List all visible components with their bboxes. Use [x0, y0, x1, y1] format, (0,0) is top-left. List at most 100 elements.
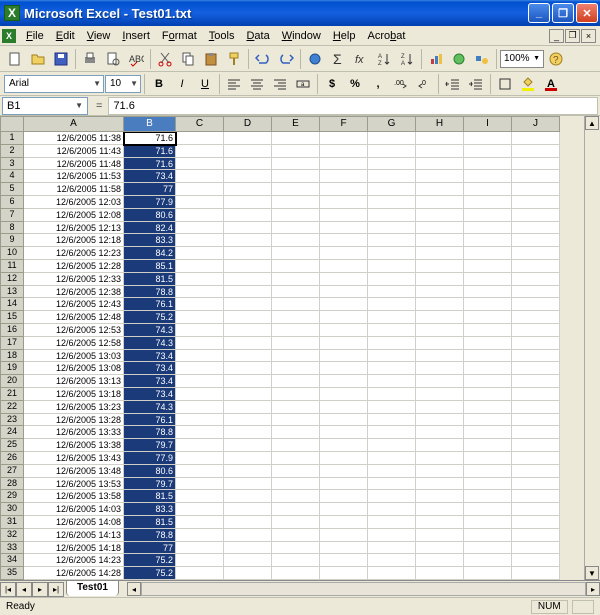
cell-D23[interactable]: [224, 414, 272, 427]
cell-D17[interactable]: [224, 337, 272, 350]
cell-E19[interactable]: [272, 362, 320, 375]
cell-G15[interactable]: [368, 311, 416, 324]
spelling-button[interactable]: ABC: [125, 48, 147, 70]
cell-E21[interactable]: [272, 388, 320, 401]
row-header-20[interactable]: 20: [0, 375, 24, 388]
menu-file[interactable]: File: [20, 28, 50, 44]
cell-B32[interactable]: 78.8: [124, 529, 176, 542]
cell-G9[interactable]: [368, 234, 416, 247]
cell-F32[interactable]: [320, 529, 368, 542]
scroll-down-button[interactable]: ▼: [585, 566, 599, 580]
cell-E30[interactable]: [272, 503, 320, 516]
cell-E25[interactable]: [272, 439, 320, 452]
cell-D11[interactable]: [224, 260, 272, 273]
cell-D6[interactable]: [224, 196, 272, 209]
cell-H27[interactable]: [416, 465, 464, 478]
workbook-icon[interactable]: X: [2, 29, 16, 43]
cell-I25[interactable]: [464, 439, 512, 452]
row-header-1[interactable]: 1: [0, 132, 24, 145]
cell-A10[interactable]: 12/6/2005 12:23: [24, 247, 124, 260]
cell-B34[interactable]: 75.2: [124, 554, 176, 567]
cell-A32[interactable]: 12/6/2005 14:13: [24, 529, 124, 542]
cell-D9[interactable]: [224, 234, 272, 247]
row-header-24[interactable]: 24: [0, 426, 24, 439]
cell-H2[interactable]: [416, 145, 464, 158]
cell-G25[interactable]: [368, 439, 416, 452]
cell-D14[interactable]: [224, 298, 272, 311]
cell-D35[interactable]: [224, 567, 272, 580]
align-center-button[interactable]: [246, 73, 268, 95]
cell-J23[interactable]: [512, 414, 560, 427]
cell-F17[interactable]: [320, 337, 368, 350]
row-header-26[interactable]: 26: [0, 452, 24, 465]
menu-acrobat[interactable]: Acrobat: [361, 28, 411, 44]
row-header-4[interactable]: 4: [0, 170, 24, 183]
cell-B6[interactable]: 77.9: [124, 196, 176, 209]
cell-E7[interactable]: [272, 209, 320, 222]
cell-G10[interactable]: [368, 247, 416, 260]
cell-J13[interactable]: [512, 286, 560, 299]
cell-E4[interactable]: [272, 170, 320, 183]
cell-G6[interactable]: [368, 196, 416, 209]
percent-button[interactable]: %: [344, 73, 366, 95]
cell-C19[interactable]: [176, 362, 224, 375]
mdi-close[interactable]: ×: [581, 29, 596, 43]
cell-B13[interactable]: 78.8: [124, 286, 176, 299]
cell-A13[interactable]: 12/6/2005 12:38: [24, 286, 124, 299]
cell-B15[interactable]: 75.2: [124, 311, 176, 324]
menu-edit[interactable]: Edit: [50, 28, 81, 44]
cell-J26[interactable]: [512, 452, 560, 465]
cell-I14[interactable]: [464, 298, 512, 311]
cell-J11[interactable]: [512, 260, 560, 273]
cell-A9[interactable]: 12/6/2005 12:18: [24, 234, 124, 247]
cell-G7[interactable]: [368, 209, 416, 222]
cell-A4[interactable]: 12/6/2005 11:53: [24, 170, 124, 183]
menu-data[interactable]: Data: [240, 28, 275, 44]
cell-H4[interactable]: [416, 170, 464, 183]
cell-F9[interactable]: [320, 234, 368, 247]
underline-button[interactable]: U: [194, 73, 216, 95]
cell-C32[interactable]: [176, 529, 224, 542]
save-button[interactable]: [50, 48, 72, 70]
cell-I35[interactable]: [464, 567, 512, 580]
cell-F31[interactable]: [320, 516, 368, 529]
cell-G27[interactable]: [368, 465, 416, 478]
cell-A18[interactable]: 12/6/2005 13:03: [24, 350, 124, 363]
column-header-B[interactable]: B: [124, 116, 176, 132]
cell-H6[interactable]: [416, 196, 464, 209]
hyperlink-button[interactable]: [304, 48, 326, 70]
column-header-H[interactable]: H: [416, 116, 464, 132]
cell-B26[interactable]: 77.9: [124, 452, 176, 465]
cell-F4[interactable]: [320, 170, 368, 183]
app-icon[interactable]: X: [4, 5, 20, 21]
cell-I27[interactable]: [464, 465, 512, 478]
scroll-up-button[interactable]: ▲: [585, 116, 599, 130]
cell-C6[interactable]: [176, 196, 224, 209]
cell-D1[interactable]: [224, 132, 272, 145]
cell-E6[interactable]: [272, 196, 320, 209]
autosum-button[interactable]: Σ: [327, 48, 349, 70]
cell-G2[interactable]: [368, 145, 416, 158]
redo-button[interactable]: [275, 48, 297, 70]
close-button[interactable]: ✕: [576, 3, 598, 23]
cell-D24[interactable]: [224, 426, 272, 439]
cell-H23[interactable]: [416, 414, 464, 427]
comma-button[interactable]: ,: [367, 73, 389, 95]
cell-J28[interactable]: [512, 478, 560, 491]
cell-F20[interactable]: [320, 375, 368, 388]
zoom-combo[interactable]: 100%▼: [500, 50, 544, 68]
cell-E29[interactable]: [272, 490, 320, 503]
cell-H32[interactable]: [416, 529, 464, 542]
cell-D18[interactable]: [224, 350, 272, 363]
select-all-corner[interactable]: [0, 116, 24, 132]
cell-E1[interactable]: [272, 132, 320, 145]
cell-A23[interactable]: 12/6/2005 13:28: [24, 414, 124, 427]
cell-E31[interactable]: [272, 516, 320, 529]
cell-I18[interactable]: [464, 350, 512, 363]
row-header-32[interactable]: 32: [0, 529, 24, 542]
cell-G1[interactable]: [368, 132, 416, 145]
cell-H16[interactable]: [416, 324, 464, 337]
cell-G4[interactable]: [368, 170, 416, 183]
cell-J31[interactable]: [512, 516, 560, 529]
row-header-29[interactable]: 29: [0, 490, 24, 503]
